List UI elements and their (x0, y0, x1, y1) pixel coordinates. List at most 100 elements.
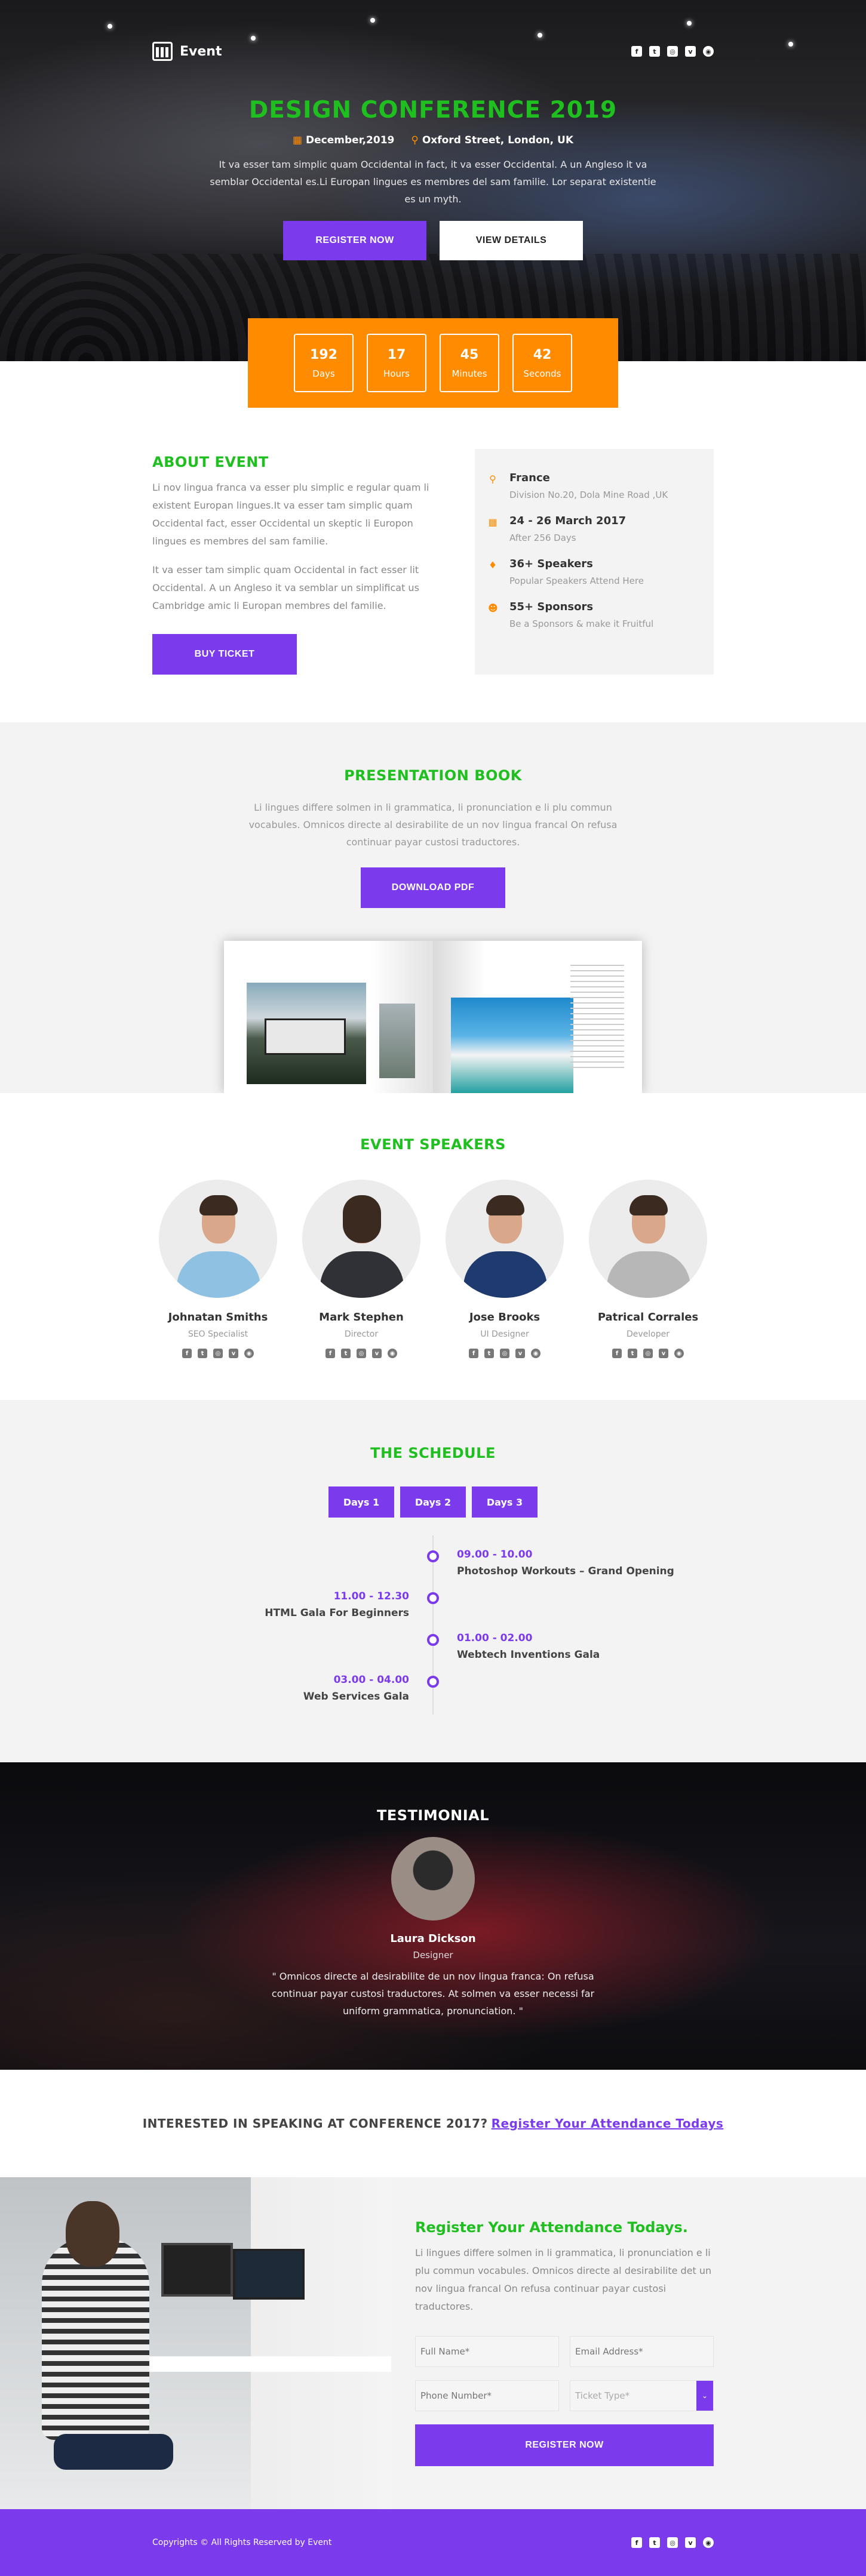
countdown: 192 Days 17 Hours 45 Minutes 42 Seconds (248, 318, 618, 408)
schedule-title-text: Web Services Gala (303, 1691, 409, 1703)
speaker-body (607, 1251, 690, 1298)
twitter-icon[interactable]: t (649, 46, 660, 57)
timeline-dot (427, 1550, 439, 1562)
facebook-icon[interactable]: f (631, 2537, 642, 2548)
facebook-icon[interactable]: f (612, 1349, 622, 1358)
vimeo-icon[interactable]: v (685, 46, 696, 57)
buy-ticket-button[interactable]: BUY TICKET (152, 634, 297, 675)
instagram-icon[interactable]: ◎ (643, 1349, 653, 1358)
testimonial-title: TESTIMONIAL (376, 1807, 490, 1824)
footer-socials: f t ◎ v ◉ (631, 2537, 714, 2548)
instagram-icon[interactable]: ◎ (357, 1349, 366, 1358)
twitter-icon[interactable]: t (198, 1349, 207, 1358)
schedule-time: 11.00 - 12.30 (333, 1590, 409, 1602)
ticket-type-select[interactable]: Ticket Type* ⌄ (570, 2380, 714, 2411)
twitter-icon[interactable]: t (484, 1349, 494, 1358)
logo[interactable]: Event (152, 42, 222, 61)
dribbble-icon[interactable]: ◉ (531, 1349, 541, 1358)
timeline-dot (427, 1634, 439, 1646)
testimonial-section: TESTIMONIAL Laura Dickson Designer " Omn… (0, 1762, 866, 2070)
hero-date: ▦ December,2019 (293, 134, 394, 146)
speaker-photo (446, 1180, 564, 1298)
speaker-name: Patrical Corrales (597, 1311, 699, 1324)
schedule-time: 09.00 - 10.00 (457, 1549, 533, 1561)
schedule-tabs: Days 1 Days 2 Days 3 (0, 1486, 866, 1518)
info-sponsors: ☻ 55+ Sponsors Be a Sponsors & make it Fr… (488, 601, 684, 629)
info-location: ⚲ France Division No.20, Dola Mine Road ,… (488, 472, 684, 500)
facebook-icon[interactable]: f (631, 46, 642, 57)
instagram-icon[interactable]: ◎ (500, 1349, 509, 1358)
speakers-section: EVENT SPEAKERS Johnatan Smiths SEO Speci… (0, 1093, 866, 1400)
dribbble-icon[interactable]: ◉ (244, 1349, 254, 1358)
hero-location-text: Oxford Street, London, UK (422, 134, 574, 146)
info-subtitle: After 256 Days (509, 533, 576, 543)
speaker-card: Patrical Corrales Developer f t ◎ v ◉ (588, 1180, 708, 1358)
countdown-value: 192 (310, 347, 337, 362)
speaker-body (320, 1251, 404, 1298)
facebook-icon[interactable]: f (469, 1349, 478, 1358)
twitter-icon[interactable]: t (649, 2537, 660, 2548)
instagram-icon[interactable]: ◎ (667, 2537, 678, 2548)
person (42, 2237, 149, 2440)
about-content: ABOUT EVENT Li nov lingua franca va esse… (152, 454, 430, 675)
book-left-page (224, 941, 433, 1093)
map-pin-icon: ⚲ (411, 134, 419, 146)
tab-day-3[interactable]: Days 3 (472, 1486, 538, 1518)
event-info-box: ⚲ France Division No.20, Dola Mine Road ,… (475, 449, 714, 675)
phone-input[interactable] (415, 2380, 559, 2411)
speakers-list: Johnatan Smiths SEO Specialist f t ◎ v ◉ Mar… (158, 1180, 708, 1358)
register-attendance-link[interactable]: Register Your Attendance Todays (492, 2116, 724, 2131)
person-hair (66, 2201, 119, 2267)
info-title: 24 - 26 March 2017 (509, 515, 627, 527)
instagram-icon[interactable]: ◎ (667, 46, 678, 57)
twitter-icon[interactable]: t (341, 1349, 351, 1358)
facebook-icon[interactable]: f (325, 1349, 335, 1358)
speaker-name: Johnatan Smiths (168, 1311, 268, 1324)
dribbble-icon[interactable]: ◉ (388, 1349, 397, 1358)
countdown-days: 192 Days (294, 334, 354, 392)
vimeo-icon[interactable]: v (659, 1349, 668, 1358)
vimeo-icon[interactable]: v (515, 1349, 525, 1358)
register-now-button[interactable]: REGISTER NOW (283, 221, 426, 260)
about-title: ABOUT EVENT (152, 454, 269, 470)
speaker-role: UI Designer (480, 1329, 529, 1339)
instagram-icon[interactable]: ◎ (213, 1349, 223, 1358)
header-socials: f t ◎ v ◉ (631, 46, 714, 57)
speaker-card: Jose Brooks UI Designer f t ◎ v ◉ (445, 1180, 564, 1358)
tab-day-1[interactable]: Days 1 (328, 1486, 394, 1518)
dribbble-icon[interactable]: ◉ (703, 46, 714, 57)
schedule-time: 01.00 - 02.00 (457, 1632, 533, 1644)
dribbble-icon[interactable]: ◉ (674, 1349, 684, 1358)
speaker-role: SEO Specialist (188, 1329, 248, 1339)
calendar-logo-icon (152, 42, 173, 61)
register-description: Li lingues differe solmen in li grammati… (415, 2247, 712, 2312)
info-title: France (509, 472, 550, 484)
speaker-name: Mark Stephen (319, 1311, 404, 1324)
vimeo-icon[interactable]: v (372, 1349, 382, 1358)
speaker-photo (159, 1180, 277, 1298)
full-name-input[interactable] (415, 2336, 559, 2367)
dribbble-icon[interactable]: ◉ (703, 2537, 714, 2548)
speaker-card: Johnatan Smiths SEO Specialist f t ◎ v ◉ (158, 1180, 278, 1358)
side-photo (379, 1004, 415, 1078)
view-details-button[interactable]: VIEW DETAILS (440, 221, 583, 260)
map-pin-icon: ⚲ (489, 473, 496, 485)
monitor (161, 2243, 233, 2297)
schedule-title-text: Photoshop Workouts – Grand Opening (457, 1565, 674, 1577)
tab-day-2[interactable]: Days 2 (400, 1486, 466, 1518)
email-input[interactable] (570, 2336, 714, 2367)
countdown-label: Hours (383, 368, 410, 379)
download-pdf-button[interactable]: DOWNLOAD PDF (361, 867, 505, 908)
schedule-time: 03.00 - 04.00 (333, 1674, 409, 1686)
register-section: Register Your Attendance Todays. Li ling… (0, 2177, 866, 2509)
copyright-text: Copyrights © All Rights Reserved by Even… (152, 2538, 332, 2547)
vimeo-icon[interactable]: v (685, 2537, 696, 2548)
info-subtitle: Division No.20, Dola Mine Road ,UK (509, 490, 668, 500)
person-legs (54, 2434, 173, 2470)
twitter-icon[interactable]: t (628, 1349, 637, 1358)
vimeo-icon[interactable]: v (229, 1349, 238, 1358)
facebook-icon[interactable]: f (182, 1349, 192, 1358)
register-submit-button[interactable]: REGISTER NOW (415, 2424, 714, 2466)
speaker-role: Director (344, 1329, 379, 1339)
countdown-label: Minutes (452, 368, 487, 379)
